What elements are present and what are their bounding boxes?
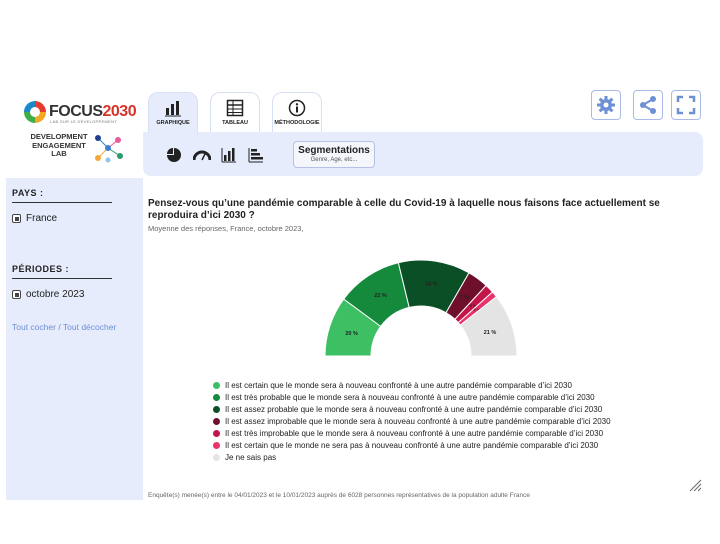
- data-label-2: 24 %: [425, 282, 438, 288]
- segmentations-title: Segmentations: [298, 145, 370, 156]
- check-all-link[interactable]: Tout cocher: [12, 322, 56, 332]
- fullscreen-icon: [676, 95, 696, 115]
- legend-dot-icon: [213, 381, 220, 389]
- legend-dot-icon: [213, 393, 220, 401]
- filter-sidebar: PAYS : France PÉRIODES : octobre 2023 To…: [6, 178, 143, 500]
- logo-focus-text: FOCUS: [49, 103, 103, 120]
- legend-dot-icon: [213, 405, 220, 413]
- logo-tagline: LAB SUR LE DÉVELOPPEMENT: [50, 119, 117, 124]
- semicircle-pie-chart: 20 %22 %24 %7 %3 %2 %21 %: [324, 259, 518, 357]
- link-separator: /: [55, 322, 63, 332]
- data-label-1: 22 %: [374, 293, 387, 299]
- stacked-bar-icon: [248, 148, 263, 163]
- settings-button[interactable]: [591, 90, 621, 120]
- del-logo-icon: [95, 135, 123, 163]
- legend-label: Il est assez improbable que le monde ser…: [225, 416, 611, 426]
- legend-label: Il est très improbable que le monde sera…: [225, 428, 604, 438]
- uncheck-all-link[interactable]: Tout décocher: [63, 322, 116, 332]
- tab-tableau-label: TABLEAU: [222, 120, 248, 126]
- legend-label: Je ne sais pas: [225, 452, 277, 462]
- legend-dot-icon: [213, 429, 220, 437]
- legend-label: Il est certain que le monde sera à nouve…: [225, 380, 572, 390]
- data-label-3: 7 %: [460, 295, 470, 301]
- period-checkbox-oct-2023[interactable]: octobre 2023: [12, 289, 137, 300]
- gauge-chart-button[interactable]: [193, 146, 211, 164]
- periods-header: PÉRIODES :: [12, 264, 112, 279]
- info-icon: [288, 99, 306, 117]
- stacked-bar-button[interactable]: [247, 146, 265, 164]
- check-links: Tout cocher / Tout décocher: [12, 322, 137, 332]
- chart-panel: Pensez-vous qu’une pandémie comparable à…: [143, 178, 710, 500]
- gauge-icon: [193, 150, 211, 161]
- country-checkbox-france[interactable]: France: [12, 213, 137, 224]
- bar-chart-button[interactable]: [220, 146, 238, 164]
- segmentations-button[interactable]: Segmentations Genre, Age, etc...: [293, 141, 375, 168]
- legend-dot-icon: [213, 417, 220, 425]
- legend-label: Il est certain que le monde ne sera pas …: [225, 440, 599, 450]
- legend-item[interactable]: Il est assez probable que le monde sera …: [213, 403, 611, 415]
- period-label: octobre 2023: [26, 289, 85, 300]
- checkbox-checked-icon[interactable]: [12, 214, 21, 223]
- pie-chart-button[interactable]: [165, 146, 183, 164]
- share-button[interactable]: [633, 90, 663, 120]
- chart-toolbar: Segmentations Genre, Age, etc...: [143, 132, 703, 176]
- question-title: Pensez-vous qu’une pandémie comparable à…: [148, 198, 660, 221]
- survey-footnote: Enquête(s) menée(s) entre le 04/01/2023 …: [148, 492, 530, 499]
- legend-item[interactable]: Il est très probable que le monde sera à…: [213, 391, 611, 403]
- legend-label: Il est très probable que le monde sera à…: [225, 392, 595, 402]
- tab-tableau[interactable]: TABLEAU: [210, 92, 260, 132]
- chart-legend: Il est certain que le monde sera à nouve…: [213, 379, 611, 463]
- resize-handle-icon[interactable]: [688, 478, 702, 492]
- fullscreen-button[interactable]: [671, 90, 701, 120]
- legend-item[interactable]: Il est certain que le monde sera à nouve…: [213, 379, 611, 391]
- legend-label: Il est assez probable que le monde sera …: [225, 404, 603, 414]
- data-label-0: 20 %: [345, 331, 358, 337]
- legend-item[interactable]: Il est certain que le monde ne sera pas …: [213, 439, 611, 451]
- legend-item[interactable]: Il est très improbable que le monde sera…: [213, 427, 611, 439]
- checkbox-checked-icon[interactable]: [12, 290, 21, 299]
- legend-dot-icon: [213, 453, 220, 461]
- pie-chart-icon: [167, 148, 181, 162]
- tab-graphique[interactable]: GRAPHIQUE: [148, 92, 198, 132]
- logo-year: 2030: [102, 103, 137, 120]
- legend-item[interactable]: Il est assez improbable que le monde ser…: [213, 415, 611, 427]
- question-subtitle: Moyenne des réponses, France, octobre 20…: [148, 224, 304, 233]
- tab-methodologie[interactable]: MÉTHODOLOGIE: [272, 92, 322, 132]
- share-icon: [640, 96, 656, 114]
- country-label: France: [26, 213, 58, 224]
- focus-ring-icon: [24, 101, 46, 123]
- segmentations-subtitle: Genre, Age, etc...: [310, 157, 358, 163]
- data-label-6: 21 %: [484, 330, 497, 336]
- bar-chart-icon: [221, 148, 236, 163]
- countries-header: PAYS :: [12, 188, 112, 203]
- legend-item[interactable]: Je ne sais pas: [213, 451, 611, 463]
- legend-dot-icon: [213, 441, 220, 449]
- tab-graphique-label: GRAPHIQUE: [156, 120, 190, 126]
- bar-chart-icon: [165, 101, 181, 117]
- gear-icon: [597, 96, 615, 114]
- tab-methodologie-label: MÉTHODOLOGIE: [274, 120, 320, 126]
- del-logo-text: DEVELOPMENT ENGAGEMENT LAB: [30, 132, 88, 158]
- table-icon: [226, 99, 244, 117]
